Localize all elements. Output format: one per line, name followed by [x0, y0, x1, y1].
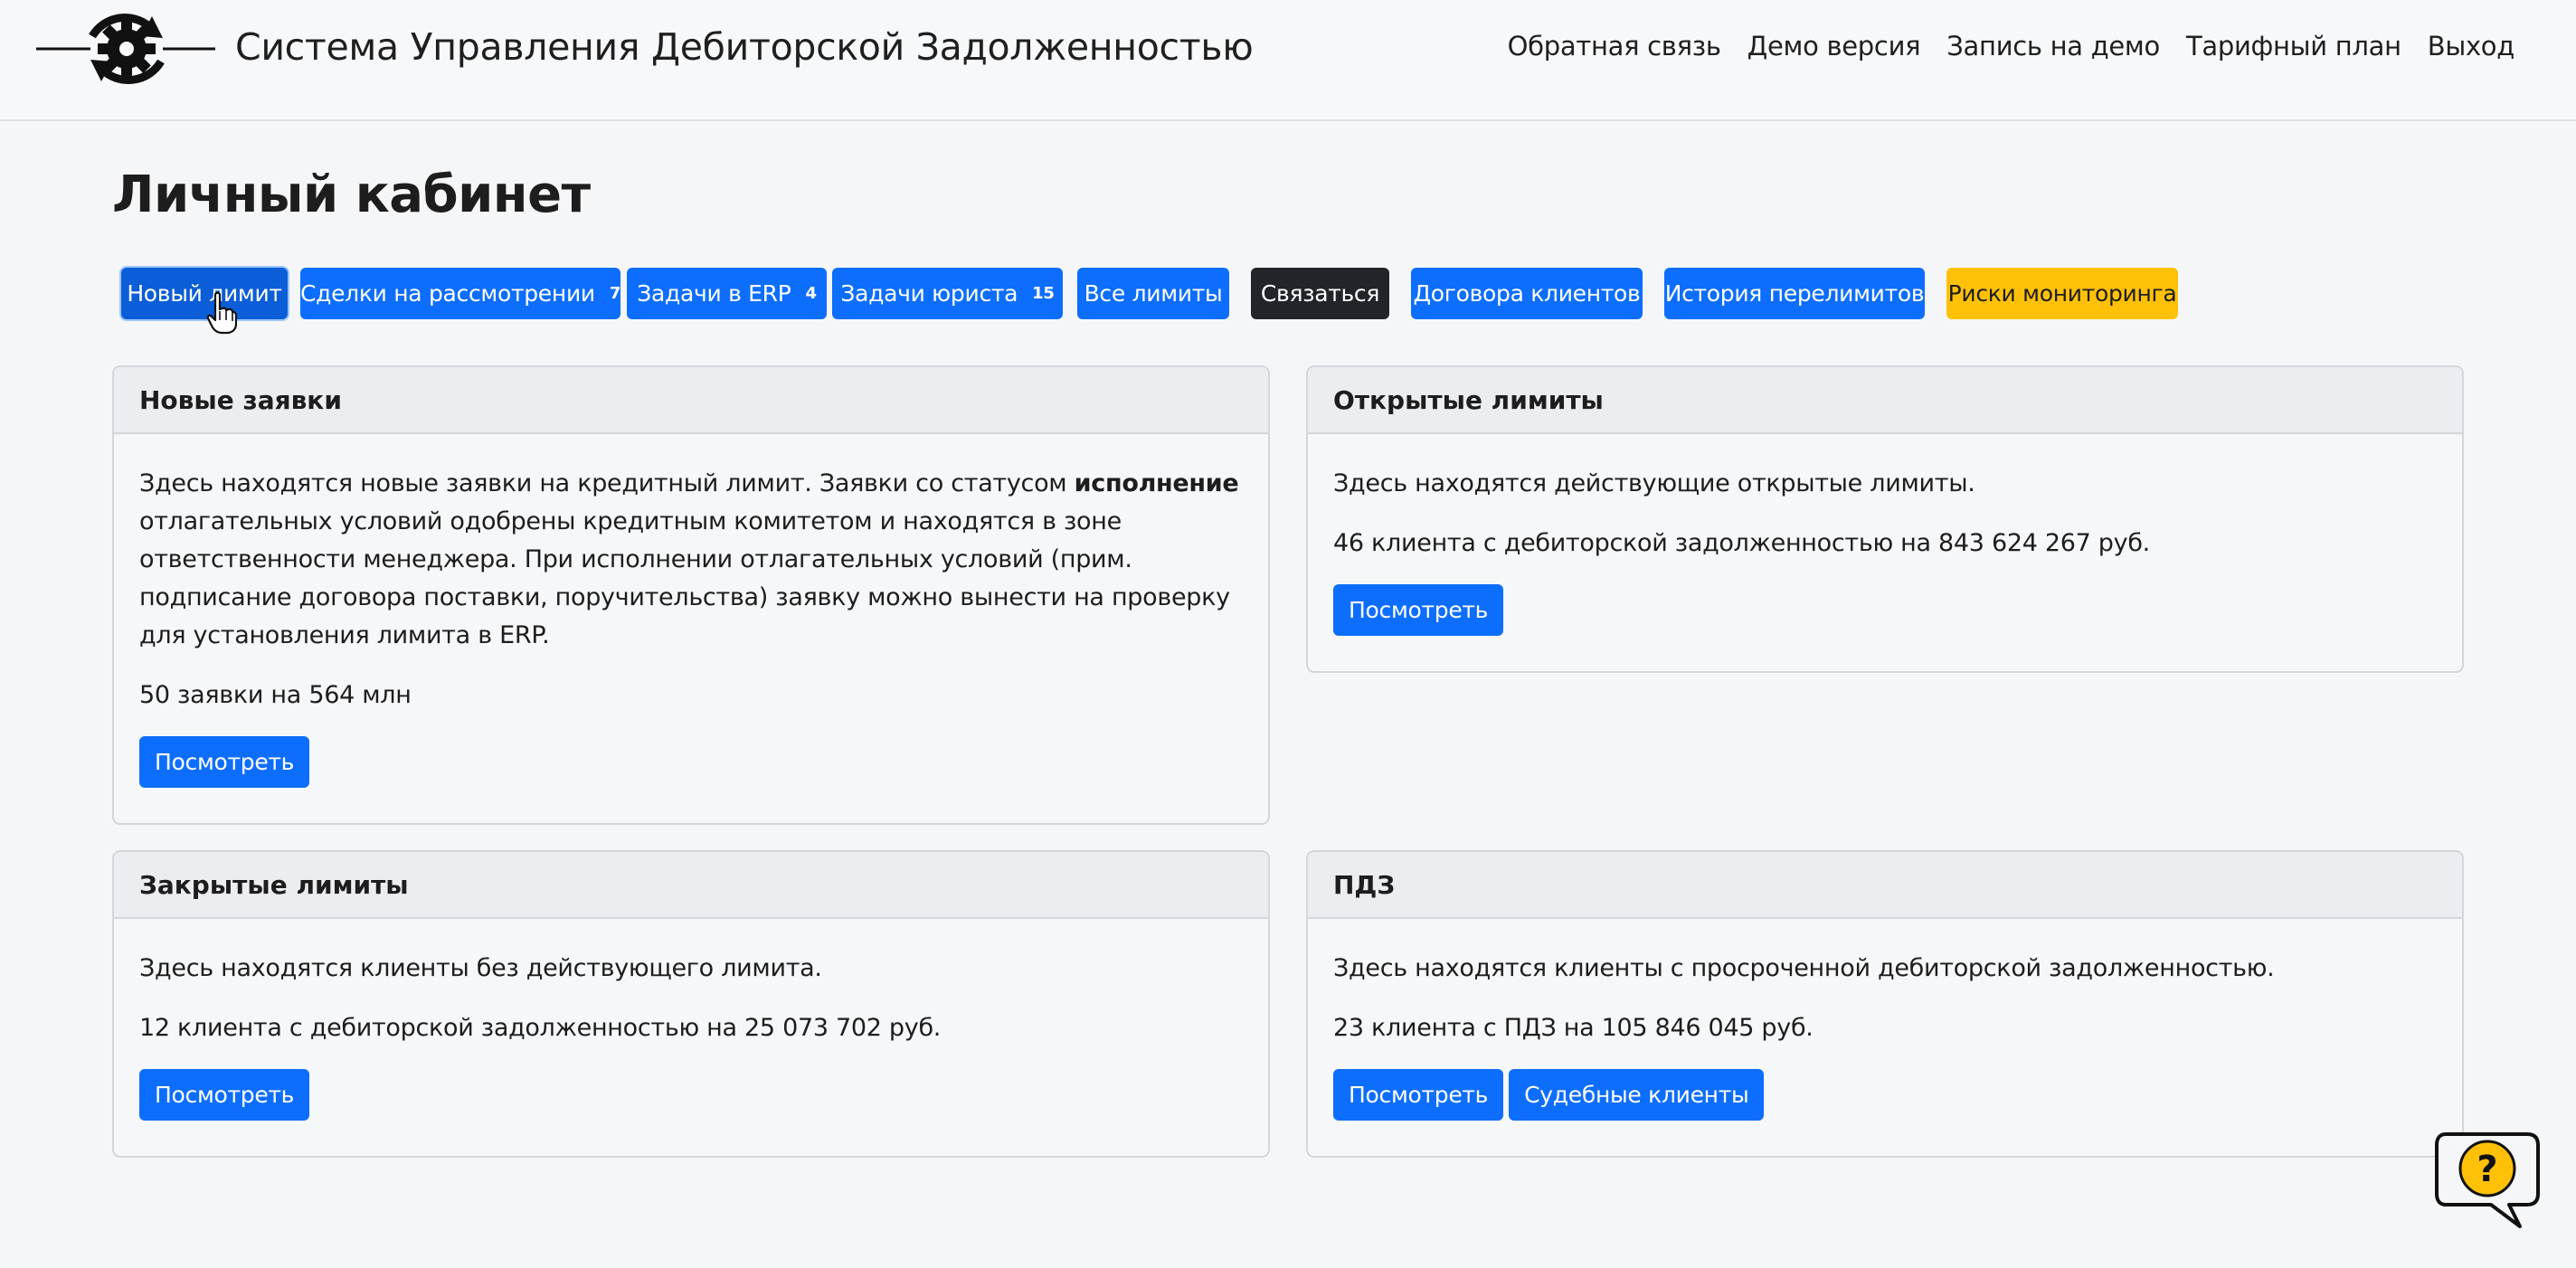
pdz-summary: 23 клиента с ПДЗ на 105 846 045 руб.	[1333, 1014, 1814, 1042]
erp-tasks-button[interactable]: Задачи в ERP 4	[627, 268, 827, 319]
contact-button[interactable]: Связаться	[1251, 268, 1389, 319]
deals-under-review-label: Сделки на рассмотрении	[299, 280, 595, 307]
open-limits-view-button[interactable]: Посмотреть	[1333, 584, 1504, 636]
hand-pointer-icon	[206, 291, 237, 335]
monitoring-risks-button[interactable]: Риски мониторинга	[1946, 268, 2178, 319]
help-question-icon[interactable]: ?	[2433, 1129, 2543, 1234]
closed-limits-summary: 12 клиента с дебиторской задолженностью …	[139, 1014, 942, 1042]
nav-pricing-link[interactable]: Тарифный план	[2186, 31, 2401, 62]
nav-demo-signup-link[interactable]: Запись на демо	[1946, 31, 2160, 62]
nav-demo-link[interactable]: Демо версия	[1747, 31, 1921, 62]
pdz-view-button[interactable]: Посмотреть	[1333, 1069, 1504, 1121]
monitoring-risks-label: Риски мониторинга	[1947, 280, 2177, 307]
deals-under-review-badge: 7	[609, 284, 621, 303]
top-nav: Обратная связь Демо версия Запись на дем…	[1508, 31, 2515, 62]
all-limits-button[interactable]: Все лимиты	[1077, 268, 1229, 319]
court-clients-button[interactable]: Судебные клиенты	[1509, 1069, 1765, 1121]
page-title: Личный кабинет	[112, 166, 591, 224]
open-limits-summary: 46 клиента с дебиторской задолженностью …	[1333, 529, 2150, 557]
open-limits-card: Открытые лимиты Здесь находятся действую…	[1306, 365, 2464, 673]
new-requests-card-title: Новые заявки	[114, 367, 1268, 434]
brand-title[interactable]: Система Управления Дебиторской Задолженн…	[235, 25, 1254, 69]
client-contracts-label: Договора клиентов	[1413, 280, 1641, 307]
status-keyword: исполнение	[1074, 469, 1239, 497]
deals-under-review-button[interactable]: Сделки на рассмотрении 7	[300, 268, 620, 319]
open-limits-card-title: Открытые лимиты	[1308, 367, 2462, 434]
svg-text:?: ?	[2477, 1149, 2497, 1190]
nav-logout-link[interactable]: Выход	[2428, 31, 2515, 62]
closed-limits-description: Здесь находятся клиенты без действующего…	[139, 954, 822, 982]
new-limit-button-label: Новый лимит	[127, 280, 282, 307]
overlimit-history-button[interactable]: История перелимитов	[1664, 268, 1925, 319]
erp-tasks-label: Задачи в ERP	[637, 280, 791, 307]
overlimit-history-label: История перелимитов	[1664, 280, 1925, 307]
lawyer-tasks-badge: 15	[1032, 284, 1055, 303]
open-limits-description: Здесь находятся действующие открытые лим…	[1333, 469, 1975, 497]
lawyer-tasks-button[interactable]: Задачи юриста 15	[832, 268, 1063, 319]
pdz-card-title: ПДЗ	[1308, 852, 2462, 919]
all-limits-label: Все лимиты	[1084, 280, 1223, 307]
new-requests-summary: 50 заявки на 564 млн	[139, 681, 412, 709]
new-requests-description: Здесь находятся новые заявки на кредитны…	[139, 469, 1239, 649]
top-navbar: Система Управления Дебиторской Задолженн…	[0, 0, 2576, 121]
client-contracts-button[interactable]: Договора клиентов	[1411, 268, 1643, 319]
nav-feedback-link[interactable]: Обратная связь	[1508, 31, 1721, 62]
closed-limits-view-button[interactable]: Посмотреть	[139, 1069, 310, 1121]
pdz-card: ПДЗ Здесь находятся клиенты с просроченн…	[1306, 850, 2464, 1158]
contact-label: Связаться	[1260, 280, 1380, 307]
pdz-description: Здесь находятся клиенты с просроченной д…	[1333, 954, 2275, 982]
gear-refresh-icon[interactable]	[36, 2, 217, 96]
closed-limits-card: Закрытые лимиты Здесь находятся клиенты …	[112, 850, 1270, 1158]
lawyer-tasks-label: Задачи юриста	[840, 280, 1018, 307]
erp-tasks-badge: 4	[805, 284, 818, 303]
new-requests-view-button[interactable]: Посмотреть	[139, 736, 310, 788]
new-requests-card: Новые заявки Здесь находятся новые заявк…	[112, 365, 1270, 825]
new-limit-button[interactable]: Новый лимит	[121, 268, 288, 319]
closed-limits-card-title: Закрытые лимиты	[114, 852, 1268, 919]
